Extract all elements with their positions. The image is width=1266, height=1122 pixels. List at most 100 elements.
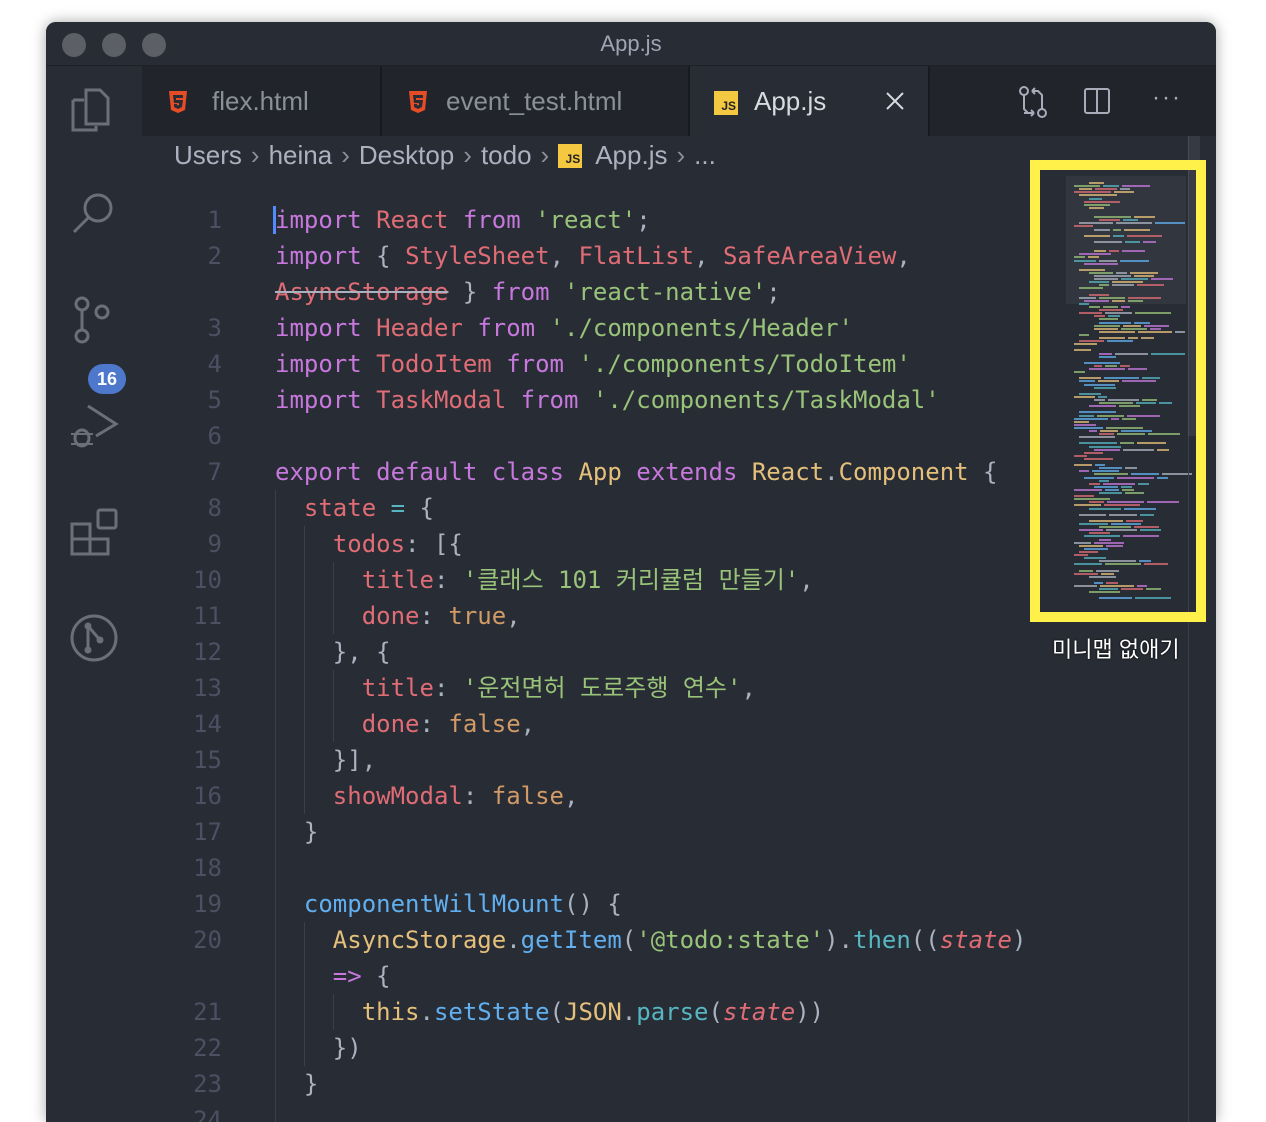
code-line[interactable]: 7 export default class App extends React.… [142, 454, 998, 490]
html5-icon [169, 91, 187, 113]
line-number: 24 [193, 1106, 222, 1122]
code-token: JSON [564, 998, 622, 1026]
code-line[interactable]: 5 import TaskModal from './components/Tas… [142, 382, 940, 418]
code-token: from [506, 350, 564, 378]
code-line[interactable]: 24 [142, 1102, 782, 1122]
tab-app-js[interactable]: JS App.js [690, 66, 930, 136]
code-line[interactable]: AsyncStorage } from 'react-native'; [142, 274, 782, 310]
code-token: , [799, 566, 814, 594]
code-line[interactable]: 6 [142, 418, 782, 454]
code-line[interactable]: 17 } [142, 814, 782, 850]
annotation-label: 미니맵 없애기 [1052, 637, 1180, 662]
close-icon[interactable] [886, 92, 904, 110]
code-line[interactable]: 1 import React from 'react'; [142, 202, 782, 238]
breadcrumb-symbols[interactable]: ... [694, 140, 716, 171]
git-graph-icon[interactable] [68, 612, 120, 664]
extensions-icon[interactable] [68, 506, 120, 558]
code-text: }, { [275, 634, 391, 670]
line-number: 6 [207, 422, 222, 450]
run-debug-icon[interactable] [68, 400, 120, 452]
more-actions-icon[interactable]: ··· [1152, 84, 1182, 112]
code-token: React [376, 206, 449, 234]
code-line[interactable]: 22 }) [142, 1030, 782, 1066]
window-title: App.js [600, 31, 662, 56]
chevron-right-icon: › [250, 140, 260, 170]
breadcrumb-users[interactable]: Users [174, 140, 242, 171]
code-text: import TodoItem from './components/TodoI… [275, 346, 911, 382]
indent-guide [275, 850, 276, 886]
code-token: 'react-native' [564, 278, 767, 306]
code-text: }) [275, 1030, 362, 1066]
line-number: 11 [193, 602, 222, 630]
code-token: import [275, 350, 362, 378]
search-icon[interactable] [68, 188, 120, 240]
code-line[interactable]: 14 done: false, [142, 706, 782, 742]
code-token: } [448, 278, 492, 306]
split-editor-icon[interactable] [1084, 88, 1110, 114]
code-line[interactable]: 3 import Header from './components/Header… [142, 310, 853, 346]
code-line[interactable]: 9 todos: [{ [142, 526, 782, 562]
code-token: false [448, 710, 521, 738]
tab-flex-html[interactable]: flex.html [142, 66, 382, 136]
code-token: , [520, 710, 536, 738]
code-token: title [361, 566, 434, 594]
code-token: getItem [520, 926, 622, 954]
code-token: . [506, 926, 521, 954]
line-number: 15 [193, 746, 222, 774]
code-token: , [694, 242, 723, 270]
code-line[interactable]: 2 import { StyleSheet, FlatList, SafeArea… [142, 238, 911, 274]
line-number: 14 [193, 710, 222, 738]
code-line[interactable]: 11 done: true, [142, 598, 782, 634]
code-line[interactable]: 13 title: '운전면허 도로주행 연수', [142, 670, 782, 706]
code-line[interactable]: 12 }, { [142, 634, 782, 670]
title-bar: App.js [46, 22, 1216, 66]
code-token: StyleSheet [405, 242, 550, 270]
breadcrumb-todo[interactable]: todo [481, 140, 532, 171]
code-line[interactable]: 21 this.setState(JSON.parse(state)) [142, 994, 824, 1030]
line-number: 9 [207, 530, 222, 558]
code-token: { [361, 242, 406, 270]
code-line[interactable]: 23 } [142, 1066, 782, 1102]
code-line[interactable]: 19 componentWillMount() { [142, 886, 782, 922]
code-token: , [549, 242, 579, 270]
code-token: from [520, 386, 579, 414]
source-control-icon[interactable] [68, 294, 120, 346]
code-token: } [275, 1070, 319, 1098]
code-text: componentWillMount() { [275, 886, 622, 922]
line-number: 3 [207, 314, 222, 342]
open-changes-icon[interactable] [1018, 86, 1048, 118]
code-line[interactable]: 10 title: '클래스 101 커리큘럼 만들기', [142, 562, 814, 598]
code-line[interactable]: 16 showModal: false, [142, 778, 782, 814]
breadcrumb-heina[interactable]: heina [269, 140, 333, 171]
code-line[interactable]: 8 state = { [142, 490, 782, 526]
code-token: true [448, 602, 507, 630]
code-text: state = { [275, 490, 434, 526]
code-line[interactable]: 15 }], [142, 742, 782, 778]
line-number: 21 [193, 998, 222, 1026]
tab-event-test-html[interactable]: event_test.html [382, 66, 690, 136]
explorer-icon[interactable] [68, 84, 120, 136]
js-icon: JS [714, 91, 738, 115]
code-line[interactable]: 20 AsyncStorage.getItem('@todo:state').t… [142, 922, 1026, 958]
code-line[interactable]: => { [142, 958, 782, 994]
breadcrumb-app-js[interactable]: App.js [595, 140, 667, 171]
code-token: () { [564, 890, 622, 918]
code-text: title: '클래스 101 커리큘럼 만들기', [275, 562, 814, 598]
code-token: AsyncStorage [275, 278, 449, 306]
js-icon: JS [558, 143, 583, 168]
breadcrumb-desktop[interactable]: Desktop [359, 140, 454, 171]
code-token: ). [824, 926, 853, 954]
code-line[interactable]: 4 import TodoItem from './components/Todo… [142, 346, 911, 382]
code-line[interactable]: 18 [142, 850, 782, 886]
code-text: export default class App extends React.C… [275, 454, 998, 490]
line-number: 2 [207, 242, 222, 270]
